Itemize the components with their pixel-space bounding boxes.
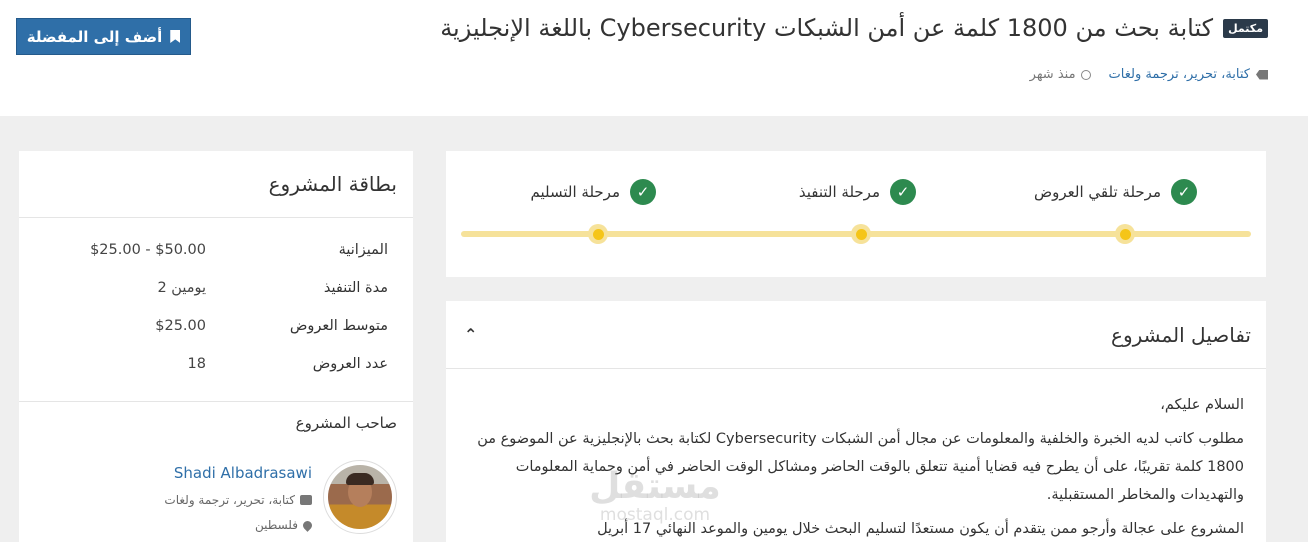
owner-location: فلسطين bbox=[254, 518, 314, 532]
details-title: تفاصيل المشروع bbox=[1111, 322, 1251, 347]
stage-execution: ✓ مرحلة التنفيذ bbox=[799, 179, 916, 205]
project-details-card: ⌃ تفاصيل المشروع السلام عليكم، مطلوب كات… bbox=[446, 301, 1266, 542]
categories-link[interactable]: كتابة، تحرير، ترجمة ولغات bbox=[1109, 67, 1268, 82]
stage-delivery: ✓ مرحلة التسليم bbox=[531, 179, 656, 205]
stat-label: عدد العروض bbox=[312, 356, 388, 372]
stage-receiving-offers: ✓ مرحلة تلقي العروض bbox=[1034, 179, 1197, 205]
stat-value: $25.00 - $50.00 bbox=[90, 242, 206, 258]
stage-dot bbox=[588, 224, 608, 244]
details-header[interactable]: ⌃ تفاصيل المشروع bbox=[446, 301, 1266, 369]
posted-time: منذ شهر bbox=[1030, 67, 1091, 82]
project-card-title: بطاقة المشروع bbox=[19, 151, 413, 218]
check-circle-icon: ✓ bbox=[1171, 179, 1197, 205]
map-marker-icon bbox=[301, 518, 314, 532]
owner-categories-text: كتابة، تحرير، ترجمة ولغات bbox=[164, 493, 295, 507]
stat-average-offer: متوسط العروض $25.00 bbox=[19, 318, 413, 342]
stage-dot bbox=[1115, 224, 1135, 244]
project-stats: الميزانية $25.00 - $50.00 مدة التنفيذ 2 … bbox=[19, 218, 413, 402]
clock-icon bbox=[1080, 69, 1091, 80]
stat-label: متوسط العروض bbox=[289, 318, 388, 334]
stage-label: مرحلة تلقي العروض bbox=[1034, 183, 1161, 201]
owner-location-text: فلسطين bbox=[254, 518, 298, 532]
avatar-image bbox=[328, 465, 392, 529]
status-badge: مكتمل bbox=[1223, 18, 1268, 38]
stage-dot bbox=[851, 224, 871, 244]
project-stages-card: ✓ مرحلة تلقي العروض ✓ مرحلة التنفيذ ✓ مر… bbox=[446, 151, 1266, 277]
stage-label: مرحلة التسليم bbox=[530, 183, 620, 201]
owner-name-link[interactable]: Shadi Albadrasawi bbox=[174, 464, 312, 482]
details-paragraph: المشروع على عجالة وأرجو ممن يتقدم أن يكو… bbox=[597, 521, 1244, 537]
add-to-favorites-button[interactable]: أضف إلى المفضلة bbox=[16, 18, 191, 55]
chevron-up-icon[interactable]: ⌃ bbox=[464, 325, 477, 344]
stat-label: مدة التنفيذ bbox=[323, 280, 388, 296]
stat-duration: مدة التنفيذ 2 يومين bbox=[19, 280, 413, 304]
page-header: أضف إلى المفضلة مكتمل كتابة بحث من 1800 … bbox=[0, 0, 1308, 116]
project-card: بطاقة المشروع الميزانية $25.00 - $50.00 … bbox=[19, 151, 413, 542]
meta-row: كتابة، تحرير، ترجمة ولغات منذ شهر bbox=[1030, 67, 1268, 82]
title-row: مكتمل كتابة بحث من 1800 كلمة عن أمن الشب… bbox=[440, 14, 1268, 42]
details-paragraph: مطلوب كاتب لديه الخبرة والخلفية والمعلوم… bbox=[477, 431, 1244, 503]
stat-offer-count: عدد العروض 18 bbox=[19, 356, 413, 380]
tag-icon bbox=[1256, 69, 1268, 80]
check-circle-icon: ✓ bbox=[630, 179, 656, 205]
details-paragraph: السلام عليكم، bbox=[1160, 397, 1244, 413]
posted-time-text: منذ شهر bbox=[1029, 67, 1076, 82]
add-to-favorites-label: أضف إلى المفضلة bbox=[26, 27, 163, 46]
briefcase-icon bbox=[300, 495, 312, 505]
avatar[interactable] bbox=[323, 460, 397, 534]
details-body: السلام عليكم، مطلوب كاتب لديه الخبرة وال… bbox=[446, 369, 1266, 542]
page-title: كتابة بحث من 1800 كلمة عن أمن الشبكات Cy… bbox=[440, 14, 1214, 42]
stat-budget: الميزانية $25.00 - $50.00 bbox=[19, 242, 413, 266]
check-circle-icon: ✓ bbox=[890, 179, 916, 205]
owner-section-title: صاحب المشروع bbox=[295, 414, 397, 432]
stat-value: 18 bbox=[187, 356, 206, 372]
stat-label: الميزانية bbox=[338, 242, 388, 258]
categories-text: كتابة، تحرير، ترجمة ولغات bbox=[1108, 67, 1250, 82]
stat-value: 2 يومين bbox=[157, 280, 206, 296]
stat-value: $25.00 bbox=[155, 318, 206, 334]
bookmark-icon bbox=[170, 30, 181, 43]
stage-label: مرحلة التنفيذ bbox=[798, 183, 880, 201]
owner-categories: كتابة، تحرير، ترجمة ولغات bbox=[164, 493, 312, 507]
